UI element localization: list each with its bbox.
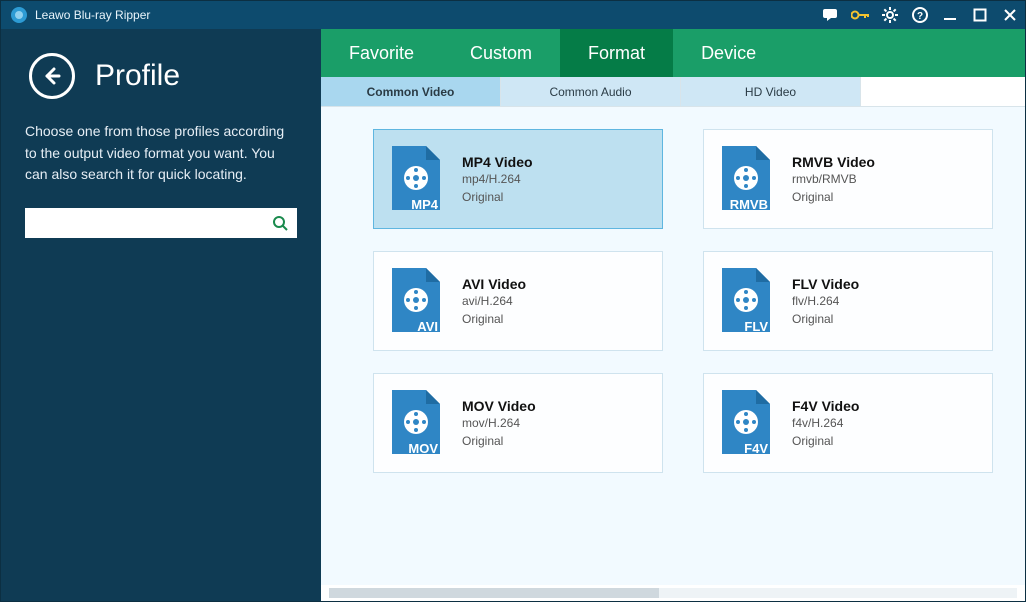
svg-text:?: ? [917, 11, 923, 22]
topnav-tab-favorite[interactable]: Favorite [321, 29, 442, 77]
page-title: Profile [95, 59, 180, 93]
license-key-button[interactable] [845, 1, 875, 29]
svg-text:AVI: AVI [417, 319, 438, 334]
sidebar-header: Profile [29, 53, 297, 99]
format-quality: Original [462, 434, 536, 448]
scrollbar-track [329, 588, 1017, 598]
sidebar-description: Choose one from those profiles according… [25, 121, 287, 186]
file-type-icon: MP4 [388, 144, 444, 214]
titlebar: Leawo Blu-ray Ripper ? [1, 1, 1025, 29]
format-card-flv[interactable]: FLV FLV Video flv/H.264 Original [703, 251, 993, 351]
format-subtitle: mp4/H.264 [462, 172, 533, 186]
format-quality: Original [462, 190, 533, 204]
format-card-text: RMVB Video rmvb/RMVB Original [792, 154, 875, 204]
close-button[interactable] [995, 1, 1025, 29]
svg-text:F4V: F4V [744, 441, 768, 456]
format-quality: Original [792, 190, 875, 204]
format-card-rmvb[interactable]: RMVB RMVB Video rmvb/RMVB Original [703, 129, 993, 229]
format-title: MOV Video [462, 398, 536, 414]
content: Favorite Custom Format Device Common Vid… [321, 29, 1025, 601]
search-input[interactable] [25, 208, 263, 238]
svg-text:MOV: MOV [408, 441, 438, 456]
arrow-left-icon [41, 65, 63, 87]
minimize-button[interactable] [935, 1, 965, 29]
format-card-text: AVI Video avi/H.264 Original [462, 276, 526, 326]
format-quality: Original [462, 312, 526, 326]
format-grid-wrap: MP4 MP4 Video mp4/H.264 Original RMVB RM… [321, 107, 1025, 585]
format-title: AVI Video [462, 276, 526, 292]
format-title: RMVB Video [792, 154, 875, 170]
back-button[interactable] [29, 53, 75, 99]
top-nav: Favorite Custom Format Device [321, 29, 1025, 77]
topnav-tab-device[interactable]: Device [673, 29, 784, 77]
svg-text:MP4: MP4 [411, 197, 439, 212]
topnav-tab-custom[interactable]: Custom [442, 29, 560, 77]
format-subtitle: mov/H.264 [462, 416, 536, 430]
file-type-icon: MOV [388, 388, 444, 458]
sub-tabs: Common Video Common Audio HD Video [321, 77, 1025, 107]
app-window: Leawo Blu-ray Ripper ? [0, 0, 1026, 602]
format-card-mp4[interactable]: MP4 MP4 Video mp4/H.264 Original [373, 129, 663, 229]
format-title: MP4 Video [462, 154, 533, 170]
app-title: Leawo Blu-ray Ripper [35, 8, 150, 22]
format-subtitle: flv/H.264 [792, 294, 859, 308]
format-subtitle: rmvb/RMVB [792, 172, 875, 186]
file-type-icon: F4V [718, 388, 774, 458]
search-button[interactable] [263, 208, 297, 238]
subtab-empty [861, 77, 1025, 106]
subtab-common-video[interactable]: Common Video [321, 77, 501, 106]
format-card-text: MP4 Video mp4/H.264 Original [462, 154, 533, 204]
format-subtitle: f4v/H.264 [792, 416, 859, 430]
format-card-text: MOV Video mov/H.264 Original [462, 398, 536, 448]
subtab-hd-video[interactable]: HD Video [681, 77, 861, 106]
topnav-tab-format[interactable]: Format [560, 29, 673, 77]
file-type-icon: FLV [718, 266, 774, 336]
svg-text:RMVB: RMVB [730, 197, 768, 212]
format-title: F4V Video [792, 398, 859, 414]
format-card-mov[interactable]: MOV MOV Video mov/H.264 Original [373, 373, 663, 473]
body: Profile Choose one from those profiles a… [1, 29, 1025, 601]
horizontal-scrollbar[interactable] [321, 585, 1025, 601]
format-title: FLV Video [792, 276, 859, 292]
app-logo-icon [9, 5, 29, 25]
sidebar: Profile Choose one from those profiles a… [1, 29, 321, 601]
feedback-button[interactable] [815, 1, 845, 29]
scrollbar-thumb[interactable] [329, 588, 659, 598]
format-card-text: FLV Video flv/H.264 Original [792, 276, 859, 326]
format-card-avi[interactable]: AVI AVI Video avi/H.264 Original [373, 251, 663, 351]
format-grid: MP4 MP4 Video mp4/H.264 Original RMVB RM… [373, 129, 1001, 473]
settings-button[interactable] [875, 1, 905, 29]
search-box [25, 208, 297, 238]
format-subtitle: avi/H.264 [462, 294, 526, 308]
format-card-text: F4V Video f4v/H.264 Original [792, 398, 859, 448]
search-icon [272, 215, 288, 231]
format-card-f4v[interactable]: F4V F4V Video f4v/H.264 Original [703, 373, 993, 473]
file-type-icon: RMVB [718, 144, 774, 214]
subtab-common-audio[interactable]: Common Audio [501, 77, 681, 106]
help-button[interactable]: ? [905, 1, 935, 29]
svg-text:FLV: FLV [744, 319, 768, 334]
format-quality: Original [792, 312, 859, 326]
maximize-button[interactable] [965, 1, 995, 29]
file-type-icon: AVI [388, 266, 444, 336]
format-quality: Original [792, 434, 859, 448]
